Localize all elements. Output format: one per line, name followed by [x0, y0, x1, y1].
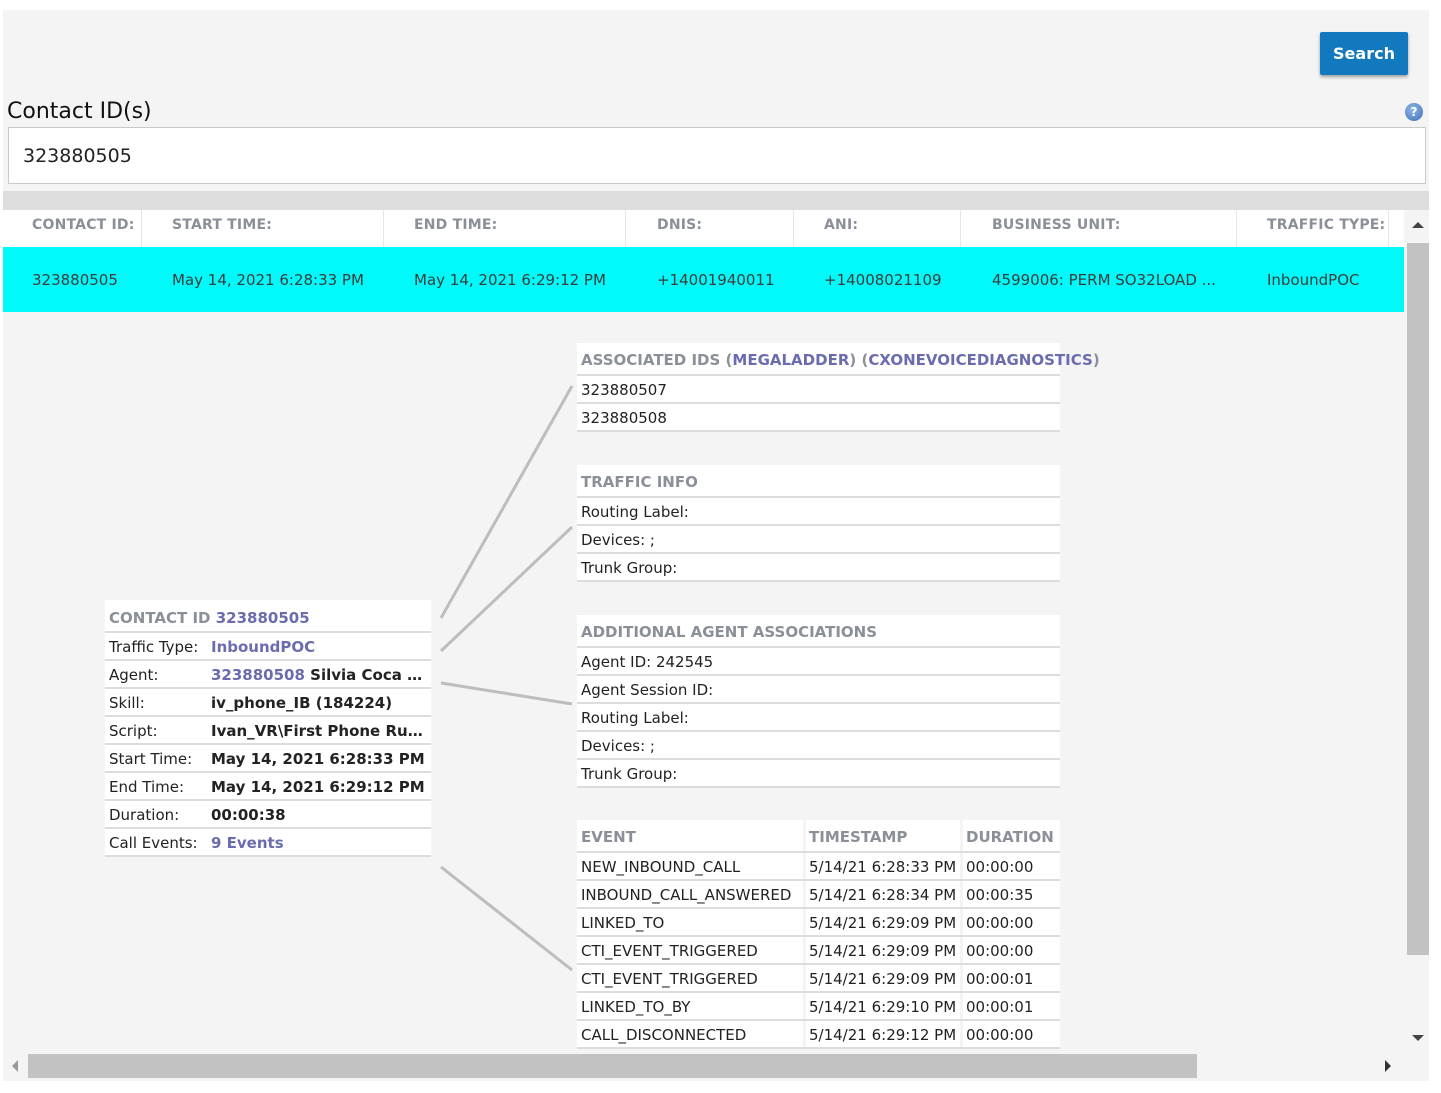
- skill-value: iv_phone_IB (184224): [211, 694, 393, 712]
- associated-id-item: 323880507: [577, 376, 1060, 404]
- associated-ids-title: ASSOCIATED IDS (MEGALADDER) (CXONEVOICED…: [577, 343, 1100, 376]
- associated-id-item: 323880508: [577, 404, 1060, 432]
- agent-association-trunk-group: Trunk Group:: [577, 760, 1060, 788]
- detail-row-skill: Skill: iv_phone_IB (184224): [105, 689, 431, 717]
- events-header: EVENT TIMESTAMP DURATION: [577, 820, 1060, 853]
- event-row: CTI_EVENT_TRIGGERED 5/14/21 6:29:09 PM 0…: [577, 965, 1060, 993]
- events-header-duration: DURATION: [966, 828, 1054, 846]
- event-name: INBOUND_CALL_ANSWERED: [581, 886, 792, 904]
- traffic-info-devices: Devices: ;: [577, 526, 1060, 554]
- call-events-label: Call Events:: [109, 834, 198, 852]
- event-name: NEW_INBOUND_CALL: [581, 858, 741, 876]
- event-row: INBOUND_CALL_ANSWERED 5/14/21 6:28:34 PM…: [577, 881, 1060, 909]
- traffic-type-link[interactable]: InboundPOC: [211, 638, 315, 656]
- vertical-scroll-thumb[interactable]: [1407, 243, 1429, 955]
- scroll-down-icon[interactable]: [1412, 1035, 1424, 1041]
- connector-line-events: [440, 865, 573, 972]
- event-duration: 00:00:01: [966, 970, 1034, 988]
- traffic-info-routing-label: Routing Label:: [577, 498, 1060, 526]
- event-timestamp: 5/14/21 6:29:12 PM: [809, 1026, 957, 1044]
- event-row: CALL_DISCONNECTED 5/14/21 6:29:12 PM 00:…: [577, 1021, 1060, 1049]
- agent-label: Agent:: [109, 666, 159, 684]
- contact-detail-panel: CONTACT ID 323880505 Traffic Type: Inbou…: [105, 600, 431, 857]
- traffic-info-panel: TRAFFIC INFO Routing Label: Devices: ; T…: [577, 465, 1060, 582]
- event-timestamp: 5/14/21 6:29:09 PM: [809, 970, 957, 988]
- detail-row-script: Script: Ivan_VR\First Phone Run...: [105, 717, 431, 745]
- contact-id-label: CONTACT ID: [109, 609, 211, 627]
- event-name: LINKED_TO_BY: [581, 998, 691, 1016]
- event-timestamp: 5/14/21 6:28:34 PM: [809, 886, 957, 904]
- detail-row-end-time: End Time: May 14, 2021 6:29:12 PM: [105, 773, 431, 801]
- traffic-type-label: Traffic Type:: [109, 638, 199, 656]
- horizontal-scrollbar[interactable]: [3, 1053, 1406, 1078]
- event-timestamp: 5/14/21 6:29:09 PM: [809, 942, 957, 960]
- detail-row-traffic-type: Traffic Type: InboundPOC: [105, 633, 431, 661]
- horizontal-scroll-thumb[interactable]: [28, 1054, 1197, 1078]
- agent-association-session-id: Agent Session ID:: [577, 676, 1060, 704]
- vertical-scrollbar[interactable]: [1406, 212, 1429, 1050]
- megaladder-link[interactable]: MEGALADDER: [732, 351, 849, 369]
- associated-ids-suffix: ): [1092, 351, 1100, 369]
- connector-line-agent: [440, 681, 573, 706]
- duration-label: Duration:: [109, 806, 180, 824]
- scroll-left-icon[interactable]: [12, 1060, 18, 1072]
- contact-history-app: Search Contact ID(s) ? CONTACT ID: START…: [3, 10, 1429, 1081]
- event-row: CTI_EVENT_TRIGGERED 5/14/21 6:29:09 PM 0…: [577, 937, 1060, 965]
- associated-ids-prefix: ASSOCIATED IDS (: [581, 351, 733, 369]
- agent-associations-panel: ADDITIONAL AGENT ASSOCIATIONS Agent ID: …: [577, 615, 1060, 788]
- agent-association-agent-id: Agent ID: 242545: [577, 648, 1060, 676]
- contact-id-link[interactable]: 323880505: [216, 609, 310, 627]
- scroll-right-icon[interactable]: [1385, 1060, 1391, 1072]
- event-timestamp: 5/14/21 6:28:33 PM: [809, 858, 957, 876]
- event-timestamp: 5/14/21 6:29:10 PM: [809, 998, 957, 1016]
- start-time-value: May 14, 2021 6:28:33 PM: [211, 750, 425, 768]
- event-name: CALL_DISCONNECTED: [581, 1026, 747, 1044]
- agent-name: Silvia Coca (sil...: [310, 666, 425, 684]
- agent-id-link[interactable]: 323880508: [211, 666, 305, 684]
- event-duration: 00:00:00: [966, 858, 1034, 876]
- event-row: NEW_INBOUND_CALL 5/14/21 6:28:33 PM 00:0…: [577, 853, 1060, 881]
- contact-detail-title: CONTACT ID 323880505: [105, 600, 431, 633]
- agent-associations-title: ADDITIONAL AGENT ASSOCIATIONS: [577, 615, 1060, 648]
- script-value: Ivan_VR\First Phone Run...: [211, 722, 425, 740]
- event-name: LINKED_TO: [581, 914, 665, 932]
- associated-ids-separator: ) (: [849, 351, 869, 369]
- call-events-link[interactable]: 9 Events: [211, 834, 284, 852]
- end-time-value: May 14, 2021 6:29:12 PM: [211, 778, 425, 796]
- connector-line-traffic: [439, 525, 574, 653]
- connector-line-associated: [439, 385, 574, 619]
- event-timestamp: 5/14/21 6:29:09 PM: [809, 914, 957, 932]
- script-label: Script:: [109, 722, 158, 740]
- help-icon[interactable]: ?: [1405, 103, 1423, 121]
- detail-row-start-time: Start Time: May 14, 2021 6:28:33 PM: [105, 745, 431, 773]
- traffic-info-trunk-group: Trunk Group:: [577, 554, 1060, 582]
- events-header-timestamp: TIMESTAMP: [809, 828, 908, 846]
- event-duration: 00:00:01: [966, 998, 1034, 1016]
- scroll-up-icon[interactable]: [1412, 222, 1424, 228]
- detail-row-call-events: Call Events: 9 Events: [105, 829, 431, 857]
- event-name: CTI_EVENT_TRIGGERED: [581, 942, 758, 960]
- event-name: CTI_EVENT_TRIGGERED: [581, 970, 758, 988]
- cxonevoicediagnostics-link[interactable]: CXONEVOICEDIAGNOSTICS: [868, 351, 1093, 369]
- event-row: LINKED_TO 5/14/21 6:29:09 PM 00:00:00: [577, 909, 1060, 937]
- events-header-event: EVENT: [581, 828, 636, 846]
- detail-row-agent: Agent: 323880508 Silvia Coca (sil...: [105, 661, 431, 689]
- traffic-info-title: TRAFFIC INFO: [577, 465, 1060, 498]
- event-duration: 00:00:00: [966, 1026, 1034, 1044]
- duration-value: 00:00:38: [211, 806, 286, 824]
- events-panel: EVENT TIMESTAMP DURATION NEW_INBOUND_CAL…: [577, 820, 1060, 1049]
- associated-ids-panel: ASSOCIATED IDS (MEGALADDER) (CXONEVOICED…: [577, 343, 1100, 432]
- agent-association-devices: Devices: ;: [577, 732, 1060, 760]
- agent-association-routing-label: Routing Label:: [577, 704, 1060, 732]
- event-duration: 00:00:35: [966, 886, 1034, 904]
- detail-row-duration: Duration: 00:00:38: [105, 801, 431, 829]
- event-row: LINKED_TO_BY 5/14/21 6:29:10 PM 00:00:01: [577, 993, 1060, 1021]
- start-time-label: Start Time:: [109, 750, 193, 768]
- event-duration: 00:00:00: [966, 914, 1034, 932]
- end-time-label: End Time:: [109, 778, 185, 796]
- skill-label: Skill:: [109, 694, 145, 712]
- event-duration: 00:00:00: [966, 942, 1034, 960]
